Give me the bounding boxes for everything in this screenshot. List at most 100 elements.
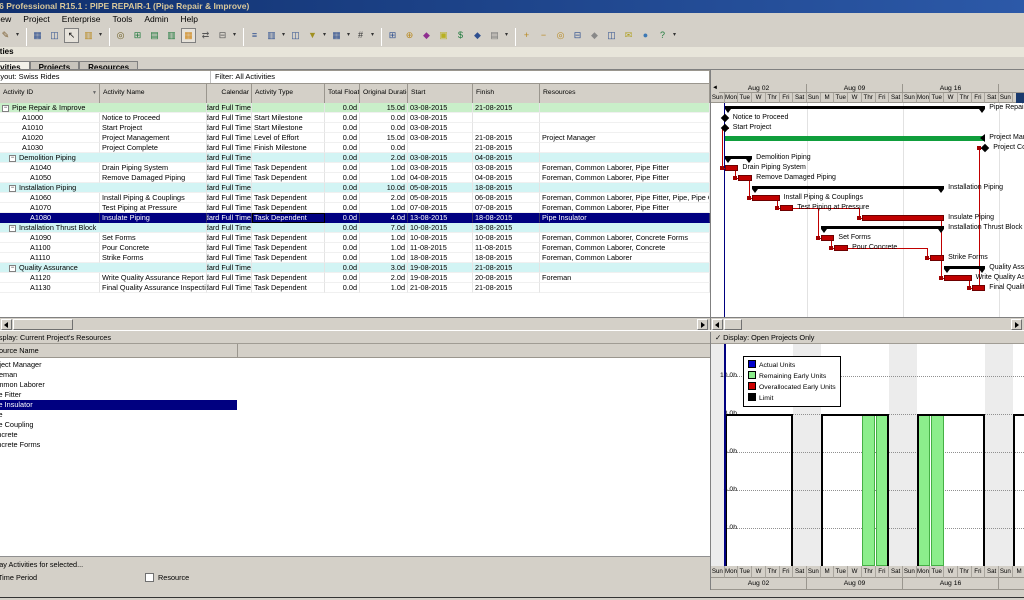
column-header-res[interactable]: Resources bbox=[540, 84, 710, 103]
paste-icon[interactable]: ▥ bbox=[164, 28, 179, 43]
zoom-out-icon[interactable]: − bbox=[536, 28, 551, 43]
comment-icon[interactable]: ✉ bbox=[621, 28, 636, 43]
timescale-day[interactable]: Sun bbox=[999, 93, 1013, 103]
tab-resources[interactable]: Resources bbox=[79, 61, 139, 69]
collapse-icon[interactable]: − bbox=[9, 265, 16, 272]
table-row[interactable]: A1040Drain Piping SystemStandard Full Ti… bbox=[0, 163, 710, 173]
timescale-week[interactable] bbox=[999, 84, 1024, 93]
resource-row[interactable]: Concrete Forms bbox=[0, 440, 710, 450]
timescale-week[interactable]: Aug 02 bbox=[711, 84, 807, 93]
resource-row[interactable]: Project Manager bbox=[0, 360, 710, 370]
vertical-split-icon[interactable]: ◫ bbox=[604, 28, 619, 43]
table-row[interactable]: A1000Notice to ProceedStandard Full Time… bbox=[0, 113, 710, 123]
column-header-name[interactable]: Activity Name bbox=[100, 84, 207, 103]
collapse-icon[interactable]: − bbox=[2, 105, 9, 112]
horizontal-split-icon[interactable]: ⊟ bbox=[570, 28, 585, 43]
gantt-task-bar[interactable] bbox=[752, 195, 780, 201]
column-header-tree[interactable]: Activity ID ▼ bbox=[0, 84, 100, 103]
layout-name[interactable]: Layout: Swiss Rides bbox=[0, 71, 60, 83]
clock-icon[interactable]: ⊕ bbox=[402, 28, 417, 43]
timescale-day[interactable]: M bbox=[820, 93, 835, 103]
menu-help[interactable]: Help bbox=[174, 13, 203, 26]
timescale-day[interactable]: W bbox=[752, 93, 766, 103]
toolbar-overflow-icon[interactable]: ▾ bbox=[369, 28, 376, 43]
table-row[interactable]: A1070Test Piping at PressureStandard Ful… bbox=[0, 203, 710, 213]
select-arrow-icon[interactable]: ↖ bbox=[64, 28, 79, 43]
table-row[interactable]: A1130Final Quality Assurance InspectionS… bbox=[0, 283, 710, 293]
add-activity-icon[interactable]: ⊞ bbox=[130, 28, 145, 43]
toolbar-overflow-icon[interactable]: ▾ bbox=[14, 28, 21, 43]
table-hscrollbar[interactable] bbox=[0, 317, 710, 330]
profile-display-bar[interactable]: ✓ Display: Open Projects Only bbox=[711, 332, 1024, 344]
notebook-icon[interactable]: ▤ bbox=[487, 28, 502, 43]
trace-logic-icon[interactable]: ◫ bbox=[47, 28, 62, 43]
dropdown-arrow-icon[interactable]: ▾ bbox=[280, 28, 287, 43]
find-icon[interactable]: ◎ bbox=[113, 28, 128, 43]
assignments-icon[interactable]: ◆ bbox=[470, 28, 485, 43]
resources-display-bar[interactable]: Display: Current Project's Resources bbox=[0, 332, 710, 344]
toolbar-overflow-icon[interactable]: ▾ bbox=[97, 28, 104, 43]
gantt-task-bar[interactable] bbox=[944, 275, 972, 281]
gantt-task-bar[interactable] bbox=[861, 215, 945, 221]
code-icon[interactable]: # bbox=[353, 28, 368, 43]
table-row[interactable]: −Quality AssuranceStandard Full Time 0.0d… bbox=[0, 263, 710, 273]
cost-icon[interactable]: $ bbox=[453, 28, 468, 43]
table-row[interactable]: −Demolition PipingStandard Full Time 0.0d… bbox=[0, 153, 710, 163]
filter-icon[interactable]: ▼ bbox=[305, 28, 320, 43]
table-row[interactable]: A1030Project CompleteStandard Full TimeF… bbox=[0, 143, 710, 153]
timescale-day[interactable]: Sat bbox=[985, 93, 999, 103]
gantt-summary-bar[interactable] bbox=[820, 226, 945, 229]
scroll-thumb[interactable] bbox=[13, 319, 73, 330]
table-row[interactable]: A1080Insulate PipingStandard Full TimeTa… bbox=[0, 213, 710, 223]
activity-usage-icon[interactable]: ⊞ bbox=[385, 28, 400, 43]
table-row[interactable]: A1090Set FormsStandard Full TimeTask Dep… bbox=[0, 233, 710, 243]
column-header-float[interactable]: Total Float bbox=[325, 84, 360, 103]
timescale-day[interactable]: Thr bbox=[861, 93, 876, 103]
menu-admin[interactable]: Admin bbox=[138, 13, 174, 26]
resource-row[interactable]: Pipe Fitter bbox=[0, 390, 710, 400]
gantt-task-bar[interactable] bbox=[971, 285, 986, 291]
gantt-milestone-icon[interactable] bbox=[720, 113, 729, 123]
table-row[interactable]: A1120Write Quality Assurance ReportStand… bbox=[0, 273, 710, 283]
column-divider[interactable] bbox=[237, 344, 238, 357]
timescale-day[interactable]: W bbox=[944, 93, 958, 103]
table-row[interactable]: −Installation Thrust BlockStandard Full … bbox=[0, 223, 710, 233]
vertical-splitter[interactable] bbox=[710, 70, 711, 330]
tab-activities[interactable]: Activities bbox=[0, 61, 30, 69]
column-header-dur[interactable]: Original Duration bbox=[360, 84, 408, 103]
timescale-day[interactable]: Sat bbox=[793, 93, 807, 103]
resource-row[interactable]: Foreman bbox=[0, 370, 710, 380]
timescale-day[interactable]: Tue bbox=[738, 93, 753, 103]
gantt-task-bar[interactable] bbox=[834, 245, 849, 251]
dropdown-arrow-icon[interactable]: ▾ bbox=[345, 28, 352, 43]
resource-row[interactable]: Concrete bbox=[0, 430, 710, 440]
table-row[interactable]: A1110Strike FormsStandard Full TimeTask … bbox=[0, 253, 710, 263]
table-row[interactable]: A1100Pour ConcreteStandard Full TimeTask… bbox=[0, 243, 710, 253]
timescale-week[interactable]: Aug 16 bbox=[903, 84, 999, 93]
zoom-icon[interactable]: ◎ bbox=[553, 28, 568, 43]
vertical-splitter[interactable] bbox=[710, 332, 711, 590]
scroll-left-button[interactable] bbox=[712, 319, 723, 330]
menu-project[interactable]: Project bbox=[17, 13, 55, 26]
timescale-day[interactable]: Fri bbox=[971, 93, 986, 103]
diamond-icon[interactable]: ◆ bbox=[587, 28, 602, 43]
tab-projects[interactable]: Projects bbox=[29, 61, 80, 69]
gantt-timescale[interactable]: Aug 02 Sun Mon Tue W Thr Fri Sat Aug 09 Sun M Tue W T… bbox=[711, 84, 1024, 103]
collapse-icon[interactable]: − bbox=[9, 185, 16, 192]
column-header-type[interactable]: Activity Type bbox=[252, 84, 325, 103]
collapse-icon[interactable]: − bbox=[9, 225, 16, 232]
group-sort-icon[interactable]: ▦ bbox=[329, 28, 344, 43]
resource-row[interactable]: Pipe bbox=[0, 410, 710, 420]
timescale-day[interactable]: Thr bbox=[957, 93, 972, 103]
table-font-icon[interactable]: ◫ bbox=[288, 28, 303, 43]
menu-enterprise[interactable]: Enterprise bbox=[56, 13, 107, 26]
resource-row[interactable]: Common Laborer bbox=[0, 380, 710, 390]
resource-row[interactable]: Pipe Insulator bbox=[0, 400, 710, 410]
curtain-icon[interactable]: ▣ bbox=[436, 28, 451, 43]
menu-view[interactable]: View bbox=[0, 13, 17, 26]
globe-icon[interactable]: ● bbox=[638, 28, 653, 43]
column-header-start[interactable]: Start bbox=[408, 84, 473, 103]
timescale-day[interactable]: Sat bbox=[889, 93, 903, 103]
dropdown-arrow-icon[interactable]: ▾ bbox=[321, 28, 328, 43]
table-row[interactable]: A1010Start ProjectStandard Full TimeStar… bbox=[0, 123, 710, 133]
